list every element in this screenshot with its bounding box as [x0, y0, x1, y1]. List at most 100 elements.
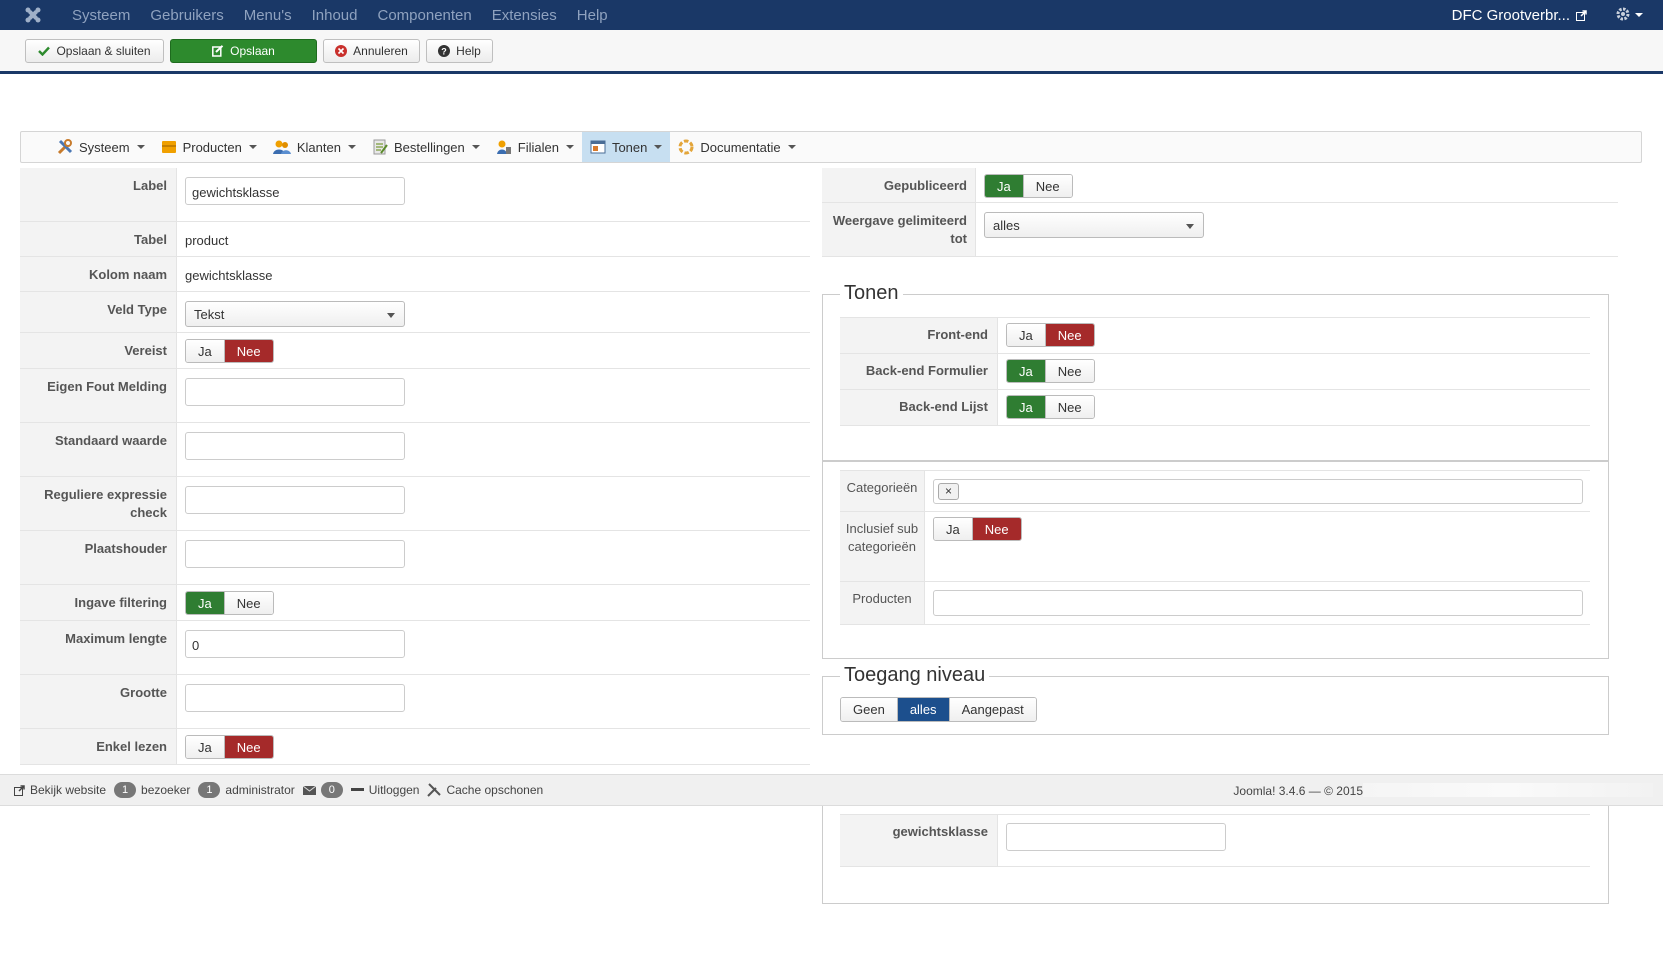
external-link-icon: [14, 784, 25, 796]
published-ja[interactable]: Ja: [985, 175, 1023, 197]
readonly-ja[interactable]: Ja: [186, 736, 224, 758]
admins-badge: 1: [198, 782, 221, 798]
row-products: Producten: [840, 582, 1590, 625]
cancel-button[interactable]: Annuleren: [323, 39, 420, 63]
backend-form-ja[interactable]: Ja: [1007, 360, 1045, 382]
vereist-ja[interactable]: Ja: [186, 340, 224, 362]
filtering-ja[interactable]: Ja: [186, 592, 224, 614]
regex-input[interactable]: [185, 486, 405, 514]
logout-link[interactable]: Uitloggen: [350, 783, 419, 797]
limited-select[interactable]: alles: [984, 212, 1204, 238]
vereist-nee[interactable]: Nee: [223, 340, 273, 362]
products-input[interactable]: [933, 590, 1583, 616]
extra-input[interactable]: [1006, 823, 1226, 851]
label-input[interactable]: gewichtsklasse: [185, 177, 405, 205]
access-geen[interactable]: Geen: [841, 698, 897, 721]
fout-input[interactable]: [185, 378, 405, 406]
svg-text:?: ?: [441, 47, 447, 57]
frontend-ja[interactable]: Ja: [1007, 324, 1045, 346]
visitors-label: bezoeker: [141, 783, 191, 797]
menu-systeem[interactable]: Systeem: [62, 7, 140, 24]
placeholder-input[interactable]: [185, 540, 405, 568]
readonly-nee[interactable]: Nee: [223, 736, 273, 758]
view-site-link[interactable]: Bekijk website: [14, 783, 106, 797]
filtering-nee[interactable]: Nee: [223, 592, 273, 614]
redacted-area: [1363, 783, 1653, 797]
chevron-down-icon: [787, 145, 796, 149]
submenu-producten[interactable]: Producten: [153, 132, 265, 162]
access-toggle: Geen alles Aangepast: [840, 697, 1037, 722]
backend-form-label: Back-end Formulier: [840, 354, 998, 389]
submenu-systeem[interactable]: Systeem: [49, 132, 153, 162]
maxlen-input[interactable]: 0: [185, 630, 405, 658]
component-menu: Systeem Producten Klanten Bestellingen F…: [20, 131, 1642, 163]
inclusive-ja[interactable]: Ja: [934, 518, 972, 540]
save-button[interactable]: Opslaan: [170, 39, 317, 63]
menu-extensies[interactable]: Extensies: [482, 7, 567, 24]
backend-form-nee[interactable]: Nee: [1044, 360, 1094, 382]
chevron-down-icon: [471, 145, 480, 149]
inclusive-nee[interactable]: Nee: [971, 518, 1021, 540]
chevron-down-icon: [1186, 224, 1194, 229]
submenu-filialen[interactable]: Filialen: [488, 132, 582, 162]
backend-list-nee[interactable]: Nee: [1044, 396, 1094, 418]
tonen-legend: Tonen: [840, 282, 903, 305]
admins-info: 1 administrator: [198, 782, 295, 798]
backend-list-toggle: Ja Nee: [1006, 395, 1095, 419]
chevron-down-icon: [1635, 13, 1643, 17]
submenu-label: Tonen: [611, 139, 648, 155]
menu-inhoud[interactable]: Inhoud: [302, 7, 368, 24]
submenu-label: Documentatie: [700, 139, 781, 155]
action-toolbar: Opslaan & sluiten Opslaan Annuleren ? He…: [0, 30, 1663, 74]
frontend-nee[interactable]: Nee: [1044, 324, 1094, 346]
row-published: Gepubliceerd Ja Nee: [822, 168, 1618, 203]
extra-fieldset: gewichtsklasse: [822, 806, 1609, 904]
standaard-input[interactable]: [185, 432, 405, 460]
submenu-klanten[interactable]: Klanten: [265, 132, 364, 162]
clear-icon[interactable]: ×: [938, 483, 960, 500]
filtering-label: Ingave filtering: [20, 585, 177, 620]
joomla-logo-icon[interactable]: [16, 0, 50, 30]
veldtype-label: Veld Type: [20, 292, 177, 332]
messages-info[interactable]: 0: [302, 782, 343, 798]
save-close-button[interactable]: Opslaan & sluiten: [25, 39, 164, 63]
backend-list-ja[interactable]: Ja: [1007, 396, 1045, 418]
menu-gebruikers[interactable]: Gebruikers: [140, 7, 233, 24]
vereist-label: Vereist: [20, 333, 177, 368]
veldtype-select[interactable]: Tekst: [185, 301, 405, 327]
veldtype-selected: Tekst: [194, 307, 225, 322]
chevron-down-icon: [565, 145, 574, 149]
row-label: Label gewichtsklasse: [20, 168, 810, 222]
vereist-toggle: Ja Nee: [185, 339, 274, 363]
frontend-label: Front-end: [840, 318, 998, 353]
menu-help[interactable]: Help: [567, 7, 618, 24]
site-link[interactable]: DFC Grootverbr...: [1452, 0, 1587, 30]
grootte-input[interactable]: [185, 684, 405, 712]
submenu-label: Systeem: [79, 139, 130, 155]
categories-fieldset: Categorieën × Inclusief sub categorieën …: [822, 461, 1609, 659]
published-nee[interactable]: Nee: [1022, 175, 1072, 197]
gear-icon[interactable]: [1615, 6, 1631, 25]
help-label: Help: [456, 44, 481, 58]
menu-componenten[interactable]: Componenten: [368, 7, 482, 24]
fout-label: Eigen Fout Melding: [20, 369, 177, 422]
access-aangepast[interactable]: Aangepast: [948, 698, 1036, 721]
cache-link[interactable]: Cache opschonen: [427, 783, 543, 797]
submenu-bestellingen[interactable]: Bestellingen: [364, 132, 488, 162]
categories-input[interactable]: ×: [933, 479, 1583, 504]
tools-icon: [57, 139, 73, 155]
inclusive-toggle: Ja Nee: [933, 517, 1022, 541]
help-button[interactable]: ? Help: [426, 39, 493, 63]
visitors-badge: 1: [114, 782, 137, 798]
row-categories: Categorieën ×: [840, 471, 1590, 512]
row-frontend: Front-end Ja Nee: [840, 318, 1590, 354]
limited-selected: alles: [993, 218, 1020, 233]
tools-icon: [427, 783, 442, 797]
extra-label: gewichtsklasse: [840, 815, 998, 866]
users-icon: [272, 140, 291, 154]
menu-menus[interactable]: Menu's: [234, 7, 302, 24]
submenu-tonen[interactable]: Tonen: [581, 132, 671, 162]
standaard-label: Standaard waarde: [20, 423, 177, 476]
submenu-documentatie[interactable]: Documentatie: [670, 132, 803, 162]
access-alles[interactable]: alles: [896, 698, 949, 721]
